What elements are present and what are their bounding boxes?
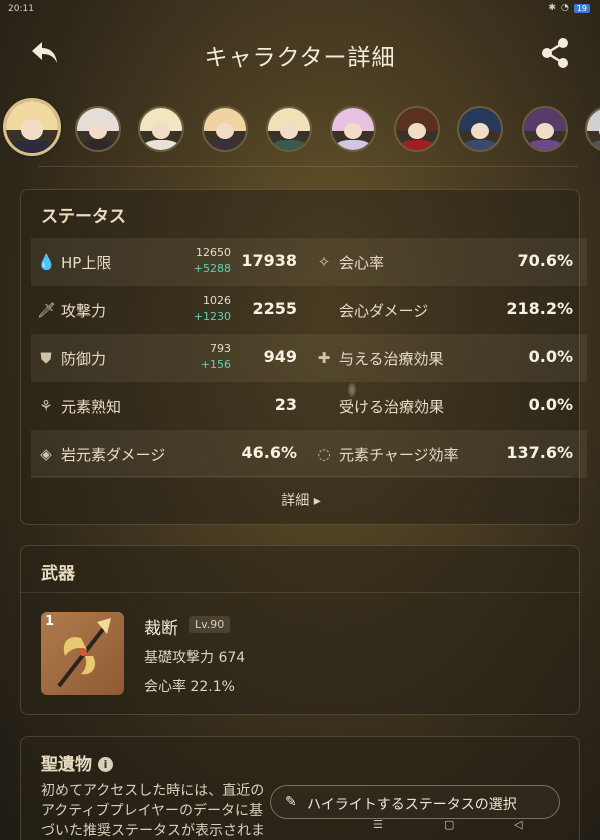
highlight-stat-label: ハイライトするステータスの選択: [307, 797, 517, 813]
stat-bonus-value: +156: [200, 358, 231, 371]
highlight-stat-button[interactable]: ✎ ハイライトするステータスの選択: [270, 785, 560, 819]
stat-cell: ✚ 与える治療効果 0.0%: [309, 334, 587, 382]
stat-value: 137.6%: [506, 443, 573, 462]
status-title: ステータス: [41, 207, 126, 227]
stat-label: HP上限: [61, 254, 112, 272]
artifact-title: 聖遺物 i: [21, 750, 113, 775]
info-icon[interactable]: i: [98, 757, 113, 772]
weapon-thumbnail[interactable]: 1: [41, 612, 124, 695]
stat-row: 💧 HP上限 12650 +5288 17938 ✧ 会心率 70.6%: [31, 238, 587, 286]
stat-base-value: 1026: [203, 294, 231, 307]
character-avatar[interactable]: [585, 106, 600, 152]
atk-icon: 🗡: [37, 301, 57, 319]
hp-icon: 💧: [37, 253, 56, 271]
share-icon: [542, 38, 568, 68]
stat-value: 2255: [252, 299, 297, 318]
character-avatar[interactable]: [394, 106, 440, 152]
character-avatar[interactable]: [138, 106, 184, 152]
stat-row: ⚘ 元素熟知 23 受ける治療効果 0.0%: [31, 382, 587, 430]
divider: [38, 166, 578, 167]
energy-recharge-icon: ◌: [317, 445, 331, 463]
stat-row: ◈ 岩元素ダメージ 46.6% ◌ 元素チャージ効率 137.6%: [31, 430, 587, 478]
stat-value: 0.0%: [528, 395, 573, 414]
nav-back-button[interactable]: ◁: [514, 818, 522, 831]
stat-cell: ⚘ 元素熟知 23: [31, 382, 309, 430]
clock: 20:11: [8, 4, 34, 14]
bluetooth-icon: ✱: [548, 3, 556, 13]
pencil-icon: ✎: [285, 794, 297, 810]
weapon-name: 裁断: [144, 619, 178, 639]
stat-base-value: 12650: [196, 246, 231, 259]
wifi-icon: ◔: [560, 3, 569, 13]
character-avatar[interactable]: [457, 106, 503, 152]
status-icons: ✱ ◔ 19: [548, 3, 590, 13]
system-nav-bar: ☰ ▢ ◁: [0, 816, 600, 840]
stat-value: 0.0%: [528, 347, 573, 366]
divider: [31, 476, 571, 477]
polearm-icon: [57, 618, 111, 688]
elemental-mastery-icon: ⚘: [39, 397, 53, 415]
character-avatar[interactable]: [266, 106, 312, 152]
stat-label: 防御力: [61, 350, 107, 368]
stat-cell: 💧 HP上限 12650 +5288 17938: [31, 238, 309, 286]
stat-label: 会心ダメージ: [339, 302, 429, 320]
share-button[interactable]: [538, 36, 572, 70]
stat-value: 46.6%: [241, 443, 297, 462]
character-selector: [0, 98, 600, 158]
character-avatar[interactable]: [3, 98, 61, 156]
stat-value: 70.6%: [517, 251, 573, 270]
stat-cell: ◌ 元素チャージ効率 137.6%: [309, 430, 587, 478]
recents-button[interactable]: ☰: [373, 818, 383, 831]
stat-cell: ⛊ 防御力 793 +156 949: [31, 334, 309, 382]
stat-label: 会心率: [339, 254, 385, 272]
character-avatar[interactable]: [75, 106, 121, 152]
status-panel: ステータス 💧 HP上限 12650 +5288 17938 ✧ 会心率 70.6% 🗡 攻撃力 1…: [20, 189, 587, 525]
header: キャラクター詳細: [0, 28, 600, 78]
weapon-base-atk: 基礎攻撃力 674: [144, 650, 246, 666]
stat-table: 💧 HP上限 12650 +5288 17938 ✧ 会心率 70.6% 🗡 攻撃力 1026 +12…: [31, 238, 587, 478]
stat-base-value: 793: [210, 342, 231, 355]
geo-dmg-icon: ◈: [40, 445, 52, 463]
character-avatar[interactable]: [330, 106, 376, 152]
weapon-level-badge: Lv.90: [189, 616, 231, 633]
stat-label: 岩元素ダメージ: [61, 446, 166, 464]
stat-row: ⛊ 防御力 793 +156 949 ✚ 与える治療効果 0.0%: [31, 334, 587, 382]
stat-label: 元素チャージ効率: [339, 446, 459, 464]
stat-row: 🗡 攻撃力 1026 +1230 2255 会心ダメージ 218.2%: [31, 286, 587, 334]
stat-label: 与える治療効果: [339, 350, 444, 368]
battery-icon: 19: [573, 3, 590, 13]
stat-value: 23: [274, 395, 297, 414]
weapon-panel: 武器 1 裁断 Lv.90 基礎攻撃力 674 会心率 22.1%: [20, 545, 581, 715]
def-icon: ⛊: [40, 349, 52, 367]
home-button[interactable]: ▢: [444, 818, 454, 831]
stat-label: 攻撃力: [61, 302, 107, 320]
stat-cell: 会心ダメージ 218.2%: [309, 286, 587, 334]
stat-label: 元素熟知: [61, 398, 122, 416]
page-title: キャラクター詳細: [204, 45, 396, 71]
character-avatar[interactable]: [522, 106, 568, 152]
stat-bonus-value: +5288: [193, 262, 231, 275]
stat-value: 17938: [241, 251, 297, 270]
character-avatar[interactable]: [202, 106, 248, 152]
divider: [21, 592, 581, 593]
detail-link[interactable]: 詳細 ▸: [21, 490, 581, 510]
system-status-bar: 20:11 ✱ ◔ 19: [0, 0, 600, 20]
artifact-title-text: 聖遺物: [41, 755, 92, 775]
stat-cell: ✧ 会心率 70.6%: [309, 238, 587, 286]
weapon-title: 武器: [41, 564, 75, 584]
stat-bonus-value: +1230: [193, 310, 231, 323]
stat-cell: 🗡 攻撃力 1026 +1230 2255: [31, 286, 309, 334]
stat-value: 218.2%: [506, 299, 573, 318]
crit-rate-icon: ✧: [317, 253, 331, 271]
stat-cell: ◈ 岩元素ダメージ 46.6%: [31, 430, 309, 478]
weapon-substat: 会心率 22.1%: [144, 679, 235, 695]
healing-bonus-icon: ✚: [317, 349, 331, 367]
stat-label: 受ける治療効果: [339, 398, 445, 416]
stat-cell: 受ける治療効果 0.0%: [309, 382, 587, 430]
stat-value: 949: [263, 347, 297, 366]
